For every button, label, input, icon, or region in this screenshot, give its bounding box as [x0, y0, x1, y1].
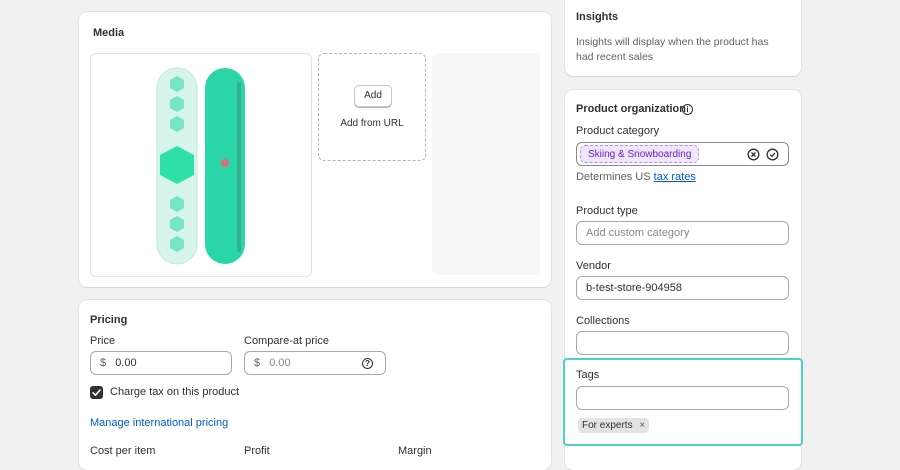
tax-rates-link[interactable]: tax rates: [654, 171, 696, 183]
product-type-input[interactable]: Add custom category: [576, 221, 789, 245]
tags-input[interactable]: [576, 386, 789, 410]
compare-placeholder: 0.00: [269, 357, 291, 369]
manage-international-pricing-link[interactable]: Manage international pricing: [90, 417, 228, 429]
clear-icon[interactable]: [747, 148, 760, 161]
confirm-icon[interactable]: [766, 148, 779, 161]
margin-label: Margin: [398, 445, 432, 457]
product-organization-title: Product organization: [576, 103, 686, 115]
cost-per-item-label: Cost per item: [90, 445, 156, 457]
remove-tag-icon[interactable]: ×: [639, 420, 645, 431]
tags-label: Tags: [576, 369, 600, 381]
category-chip: Skiing & Snowboarding: [580, 145, 700, 163]
price-value: 0.00: [115, 357, 137, 369]
checkmark-icon: [92, 389, 101, 396]
help-icon[interactable]: ?: [362, 358, 373, 369]
info-icon[interactable]: i: [682, 104, 693, 115]
media-upload-zone[interactable]: Add Add from URL: [318, 53, 426, 161]
snowboard-image: [156, 67, 245, 265]
price-label: Price: [90, 335, 116, 347]
tags-section: Tags For experts ×: [563, 358, 803, 446]
collections-label: Collections: [576, 315, 630, 327]
insights-text: Insights will display when the product h…: [576, 36, 769, 63]
vendor-label: Vendor: [576, 260, 611, 272]
pricing-card: Pricing Price $ 0.00 Compare-at price $ …: [79, 300, 551, 470]
add-from-url-link[interactable]: Add from URL: [319, 118, 425, 129]
media-card: Media Add Add from URL: [79, 12, 551, 287]
tax-rates-note: Determines US tax rates: [576, 171, 696, 183]
media-title: Media: [93, 27, 125, 39]
product-category-input[interactable]: Skiing & Snowboarding: [576, 142, 789, 166]
product-type-label: Product type: [576, 205, 638, 217]
compare-at-price-label: Compare-at price: [244, 335, 329, 347]
product-category-label: Product category: [576, 125, 660, 137]
media-empty-area: [432, 53, 540, 275]
add-media-button[interactable]: Add: [354, 85, 392, 107]
price-input[interactable]: $ 0.00: [90, 351, 232, 375]
compare-at-price-input[interactable]: $ 0.00 ?: [244, 351, 386, 375]
product-image[interactable]: [90, 53, 312, 277]
vendor-input[interactable]: b-test-store-904958: [576, 276, 789, 300]
charge-tax-checkbox[interactable]: [90, 386, 103, 399]
insights-title: Insights: [576, 11, 619, 23]
tag-chip: For experts ×: [578, 418, 650, 433]
price-currency: $: [100, 357, 107, 369]
insights-card: Insights Insights will display when the …: [565, 0, 801, 76]
compare-currency: $: [254, 357, 261, 369]
pricing-title: Pricing: [90, 314, 128, 326]
tax-rates-text: Determines US: [576, 171, 651, 183]
profit-label: Profit: [244, 445, 270, 457]
collections-input[interactable]: [576, 331, 789, 355]
tag-label: For experts: [582, 420, 633, 431]
charge-tax-label: Charge tax on this product: [110, 386, 240, 398]
